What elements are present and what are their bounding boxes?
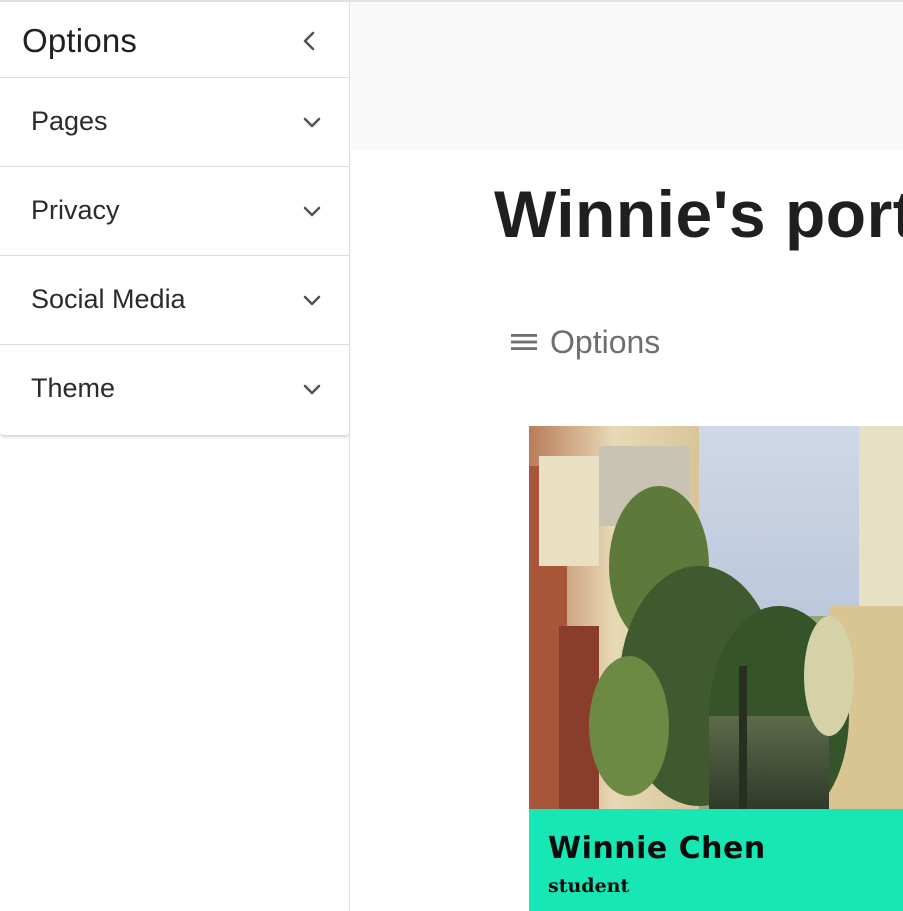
options-menu-button[interactable]: Options xyxy=(508,320,660,364)
options-panel: Options Pages Privacy Social Media Theme xyxy=(0,2,349,435)
chevron-left-icon xyxy=(303,31,315,51)
section-label: Social Media xyxy=(31,284,186,314)
section-label: Pages xyxy=(31,106,108,136)
options-label: Options xyxy=(550,323,661,360)
collapse-sidebar-button[interactable] xyxy=(294,26,324,56)
sidebar-title: Options xyxy=(22,22,138,59)
options-sidebar: Options Pages Privacy Social Media Theme xyxy=(0,2,349,911)
chevron-down-icon xyxy=(299,199,325,225)
chevron-down-icon xyxy=(299,377,325,403)
card-role: student xyxy=(548,875,630,897)
card-info: Winnie Chen student xyxy=(529,809,903,911)
page-title: Winnie's portf xyxy=(494,177,903,251)
hamburger-icon xyxy=(511,334,537,350)
profile-card[interactable]: Winnie Chen student xyxy=(529,426,903,911)
card-name: Winnie Chen xyxy=(548,831,766,866)
section-label: Theme xyxy=(31,373,116,403)
main-header-band xyxy=(350,2,903,150)
section-theme[interactable]: Theme xyxy=(0,345,349,434)
section-pages[interactable]: Pages xyxy=(0,78,349,167)
section-privacy[interactable]: Privacy xyxy=(0,167,349,256)
section-label: Privacy xyxy=(31,195,120,225)
chevron-down-icon xyxy=(299,110,325,136)
sidebar-header: Options xyxy=(0,2,349,78)
chevron-down-icon xyxy=(299,288,325,314)
profile-photo xyxy=(529,426,903,809)
section-social-media[interactable]: Social Media xyxy=(0,256,349,345)
